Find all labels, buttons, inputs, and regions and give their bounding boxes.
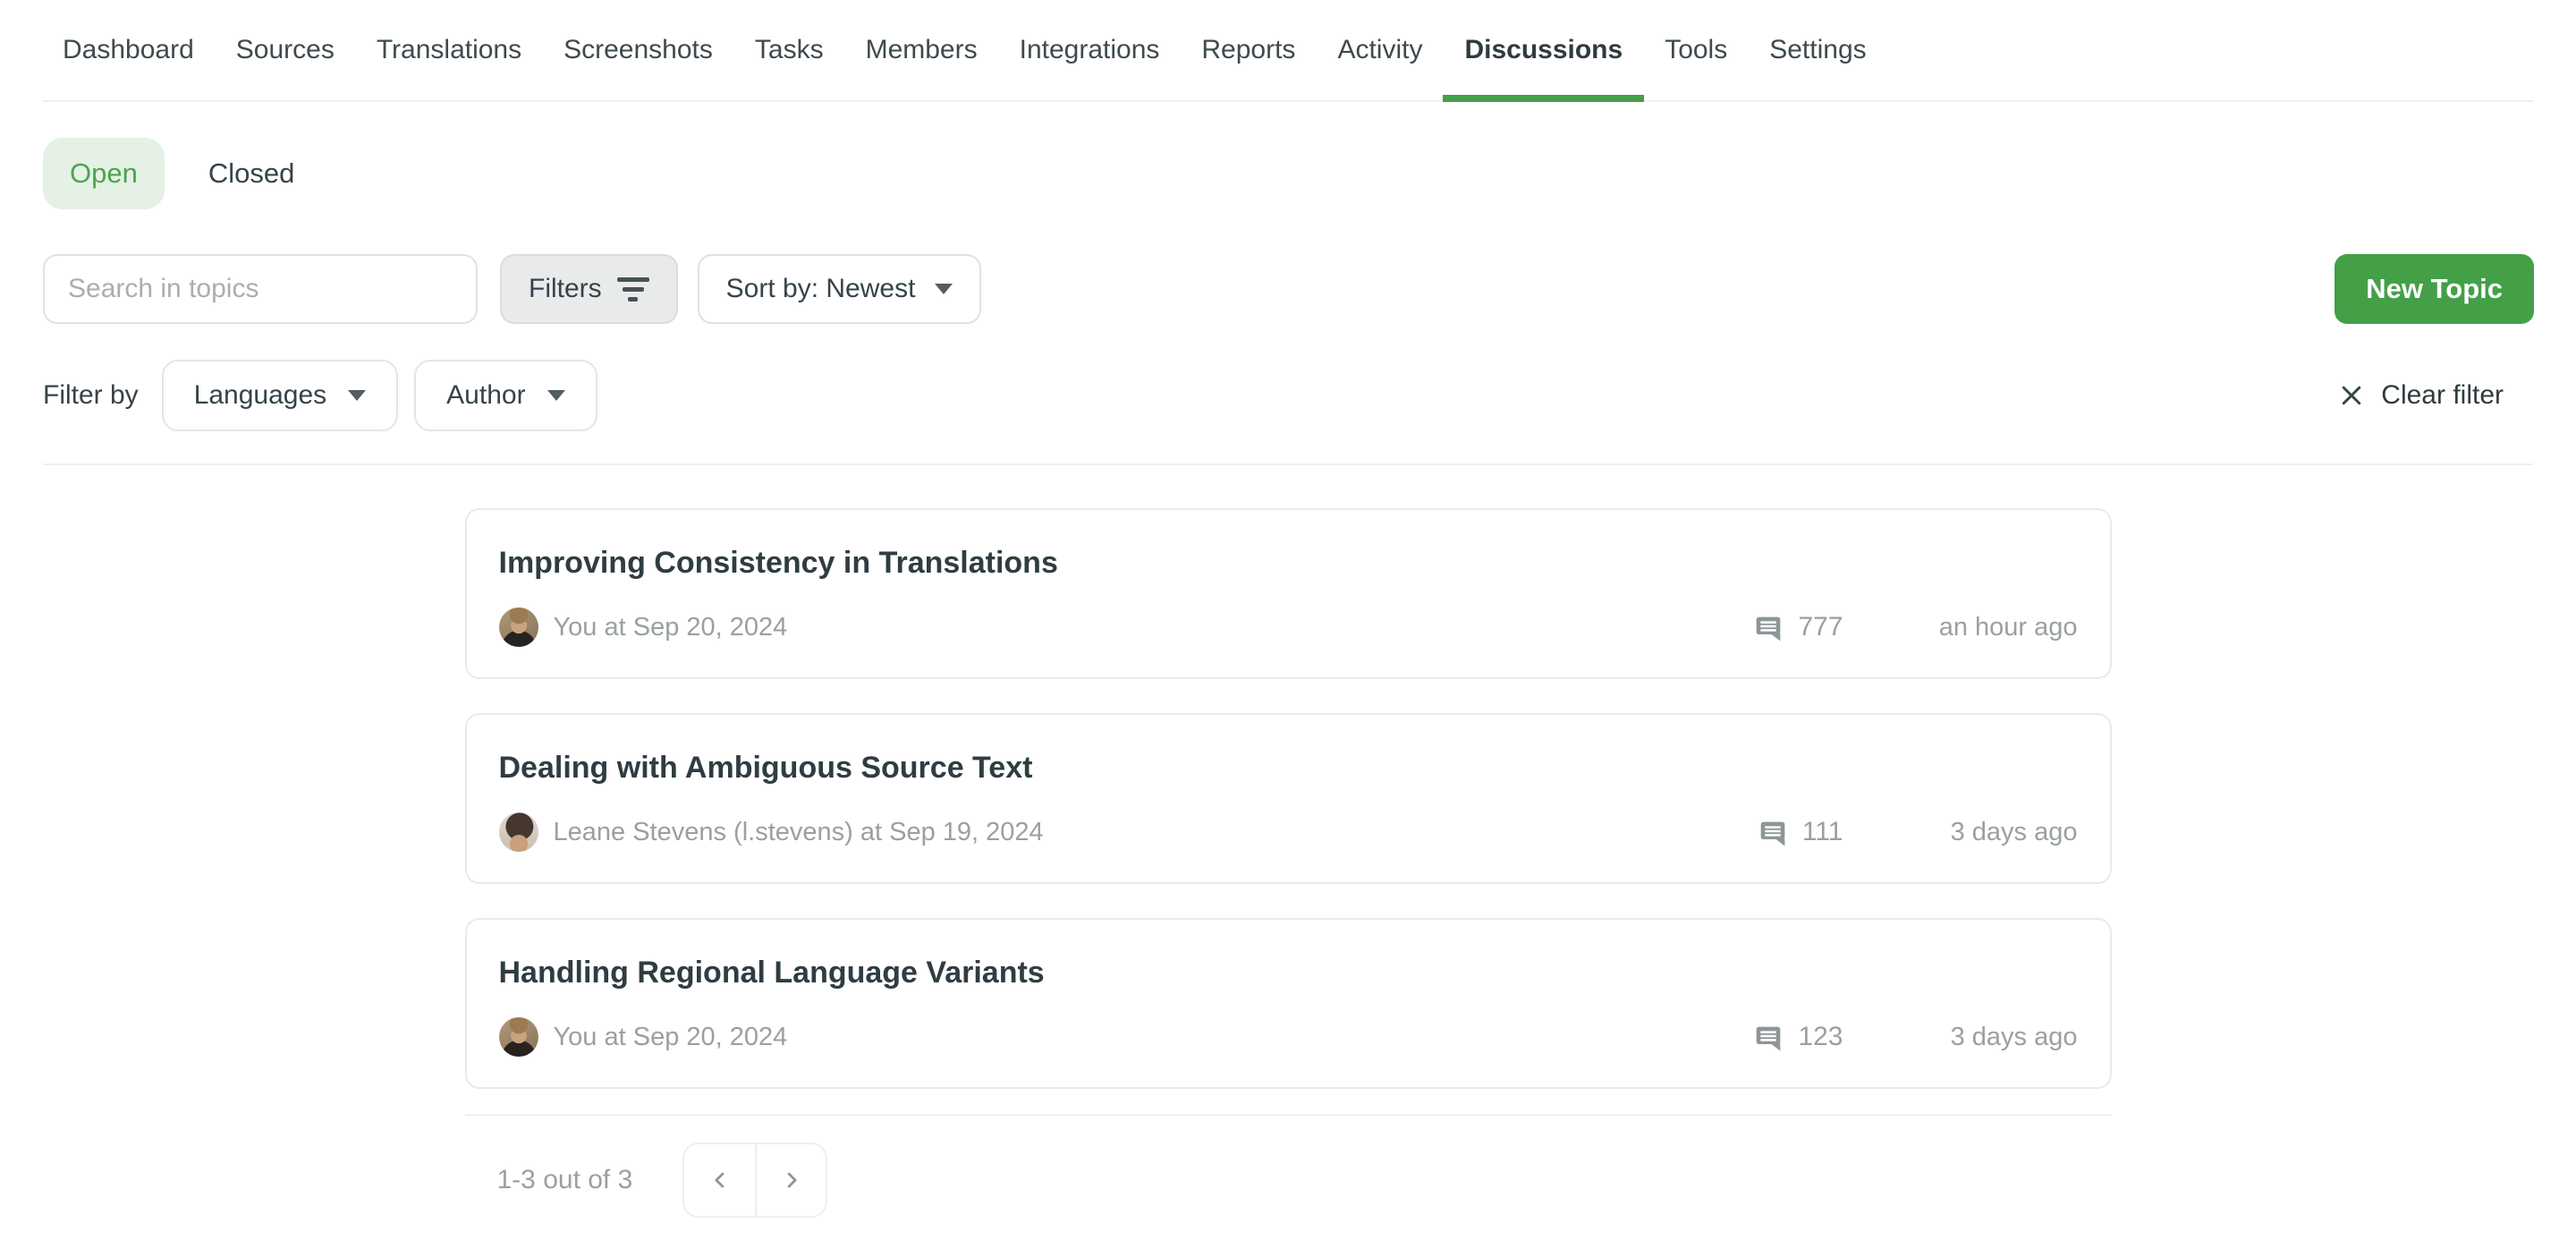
x-icon	[2338, 382, 2365, 409]
languages-dropdown[interactable]: Languages	[162, 360, 398, 431]
topic-card[interactable]: Dealing with Ambiguous Source Text Leane…	[465, 713, 2112, 884]
nav-item-sources[interactable]: Sources	[236, 0, 335, 100]
author-dropdown[interactable]: Author	[414, 360, 597, 431]
new-topic-label: New Topic	[2366, 273, 2503, 305]
topic-title[interactable]: Dealing with Ambiguous Source Text	[499, 751, 2078, 786]
caret-down-icon	[348, 390, 366, 401]
section-divider	[43, 463, 2533, 465]
avatar	[499, 608, 538, 647]
prev-page-button[interactable]	[684, 1144, 755, 1216]
next-page-button[interactable]	[755, 1144, 826, 1216]
sort-by-label: Sort by: Newest	[726, 274, 916, 304]
author-dropdown-label: Author	[446, 380, 525, 411]
avatar	[499, 1017, 538, 1057]
clear-filter-button[interactable]: Clear filter	[2338, 380, 2504, 411]
nav-item-dashboard[interactable]: Dashboard	[63, 0, 194, 100]
topic-time: 3 days ago	[1843, 818, 2078, 847]
topic-title[interactable]: Improving Consistency in Translations	[499, 546, 2078, 581]
nav-item-integrations[interactable]: Integrations	[1020, 0, 1160, 100]
project-nav: Dashboard Sources Translations Screensho…	[43, 0, 2533, 102]
comment-bubble-icon	[1754, 1023, 1783, 1051]
comment-bubble-icon	[1758, 818, 1787, 846]
comment-count-group: 777	[1754, 612, 1843, 642]
sort-by-dropdown[interactable]: Sort by: Newest	[698, 254, 982, 324]
tab-closed[interactable]: Closed	[208, 157, 295, 190]
nav-item-translations[interactable]: Translations	[377, 0, 521, 100]
nav-item-members[interactable]: Members	[866, 0, 978, 100]
list-divider	[465, 1114, 2112, 1116]
filter-bar: Filter by Languages Author Clear filter	[43, 360, 2533, 431]
topic-meta: Leane Stevens (l.stevens) at Sep 19, 202…	[499, 812, 2078, 852]
chevron-left-icon	[708, 1168, 733, 1193]
filter-funnel-icon	[617, 277, 649, 302]
topic-time: 3 days ago	[1843, 1023, 2078, 1052]
nav-item-discussions[interactable]: Discussions	[1464, 0, 1623, 100]
page-range-label: 1-3 out of 3	[497, 1165, 633, 1195]
topic-title[interactable]: Handling Regional Language Variants	[499, 956, 2078, 990]
comment-count: 111	[1802, 817, 1843, 847]
comment-count: 123	[1798, 1022, 1843, 1052]
topic-card[interactable]: Improving Consistency in Translations Yo…	[465, 508, 2112, 679]
chevron-right-icon	[779, 1168, 804, 1193]
caret-down-icon	[547, 390, 565, 401]
topic-byline: You at Sep 20, 2024	[554, 613, 788, 642]
new-topic-button[interactable]: New Topic	[2334, 254, 2534, 324]
topic-byline: Leane Stevens (l.stevens) at Sep 19, 202…	[554, 818, 1044, 847]
topics-toolbar: Filters Sort by: Newest New Topic	[43, 254, 2534, 324]
comment-count-group: 111	[1758, 817, 1843, 847]
topic-meta: You at Sep 20, 2024 777 an hour ago	[499, 608, 2078, 647]
filters-button-label: Filters	[529, 274, 602, 304]
pager-button-group	[682, 1143, 827, 1218]
nav-item-reports[interactable]: Reports	[1201, 0, 1295, 100]
topic-list: Improving Consistency in Translations Yo…	[465, 508, 2112, 1089]
topic-card[interactable]: Handling Regional Language Variants You …	[465, 918, 2112, 1089]
topic-state-tabs: Open Closed	[43, 138, 2533, 209]
comment-bubble-icon	[1754, 613, 1783, 642]
comment-count: 777	[1798, 612, 1843, 642]
nav-item-tools[interactable]: Tools	[1665, 0, 1727, 100]
nav-item-activity[interactable]: Activity	[1337, 0, 1422, 100]
avatar	[499, 812, 538, 852]
filter-by-label: Filter by	[43, 380, 139, 411]
nav-item-screenshots[interactable]: Screenshots	[564, 0, 713, 100]
nav-item-tasks[interactable]: Tasks	[755, 0, 824, 100]
clear-filter-label: Clear filter	[2381, 380, 2504, 411]
topic-meta: You at Sep 20, 2024 123 3 days ago	[499, 1017, 2078, 1057]
nav-item-settings[interactable]: Settings	[1769, 0, 1866, 100]
comment-count-group: 123	[1754, 1022, 1843, 1052]
topic-byline: You at Sep 20, 2024	[554, 1023, 788, 1052]
topic-time: an hour ago	[1843, 613, 2078, 642]
pagination: 1-3 out of 3	[465, 1143, 2112, 1218]
tab-open[interactable]: Open	[43, 138, 165, 209]
languages-dropdown-label: Languages	[194, 380, 326, 411]
filters-button[interactable]: Filters	[500, 254, 678, 324]
search-input[interactable]	[43, 254, 478, 324]
caret-down-icon	[935, 284, 953, 294]
